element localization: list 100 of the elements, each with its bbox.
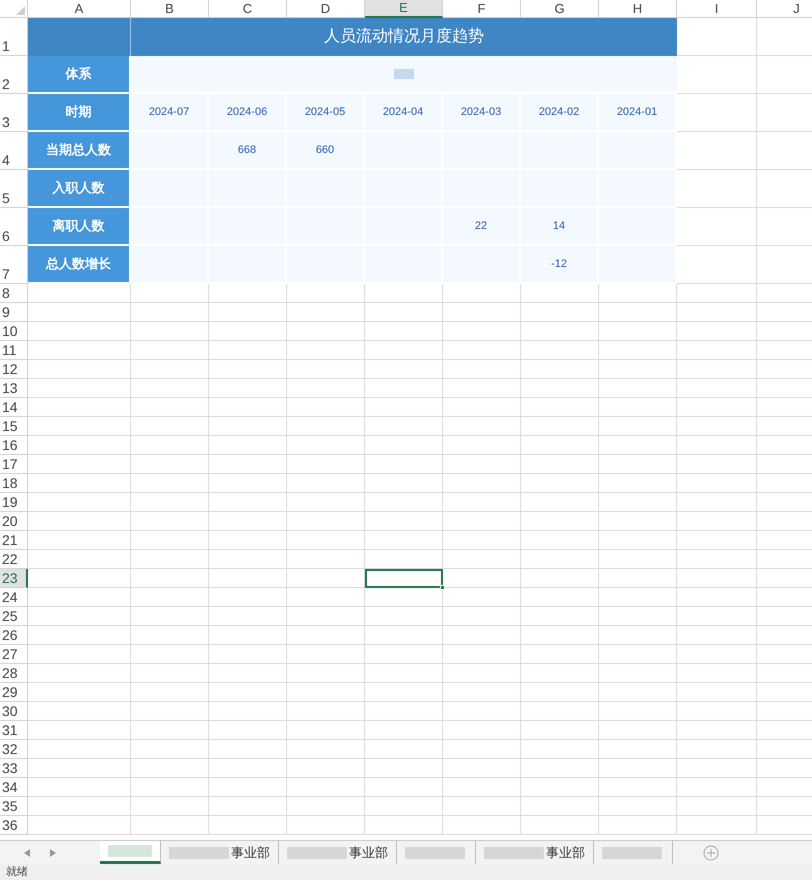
empty-cell[interactable]: [677, 759, 757, 778]
empty-cell[interactable]: [131, 721, 209, 740]
empty-cell[interactable]: [365, 759, 443, 778]
empty-cell[interactable]: [28, 588, 131, 607]
empty-cell[interactable]: [443, 322, 521, 341]
column-header[interactable]: E: [365, 0, 443, 18]
empty-cell[interactable]: [365, 455, 443, 474]
empty-cell[interactable]: [131, 740, 209, 759]
empty-cell[interactable]: [287, 607, 365, 626]
empty-cell[interactable]: [209, 702, 287, 721]
empty-cell[interactable]: [443, 588, 521, 607]
empty-cell[interactable]: [287, 341, 365, 360]
empty-cell[interactable]: [209, 626, 287, 645]
empty-cell[interactable]: [365, 626, 443, 645]
empty-cell[interactable]: [131, 664, 209, 683]
empty-cell[interactable]: [28, 417, 131, 436]
empty-cell[interactable]: [287, 284, 365, 303]
empty-cell[interactable]: [287, 360, 365, 379]
empty-cell[interactable]: [521, 322, 599, 341]
empty-cell[interactable]: [287, 778, 365, 797]
empty-cell[interactable]: [677, 816, 757, 835]
row-header[interactable]: 16: [0, 436, 28, 455]
empty-cell[interactable]: [28, 702, 131, 721]
empty-cell[interactable]: [209, 721, 287, 740]
empty-cell[interactable]: [209, 531, 287, 550]
scroll-left-icon[interactable]: [24, 848, 30, 856]
empty-cell[interactable]: [599, 512, 677, 531]
empty-cell[interactable]: [287, 493, 365, 512]
empty-cell[interactable]: [443, 702, 521, 721]
empty-cell[interactable]: [521, 493, 599, 512]
empty-cell[interactable]: [131, 455, 209, 474]
empty-cell[interactable]: [131, 797, 209, 816]
empty-cell[interactable]: [599, 797, 677, 816]
empty-cell[interactable]: [443, 417, 521, 436]
empty-cell[interactable]: [28, 493, 131, 512]
row-header[interactable]: 17: [0, 455, 28, 474]
empty-cell[interactable]: [521, 645, 599, 664]
empty-cell[interactable]: [443, 721, 521, 740]
empty-cell[interactable]: [677, 493, 757, 512]
empty-cell[interactable]: [287, 512, 365, 531]
column-header[interactable]: A: [28, 0, 131, 18]
empty-cell[interactable]: [28, 436, 131, 455]
empty-cell[interactable]: [443, 360, 521, 379]
empty-cell[interactable]: [287, 322, 365, 341]
empty-cell[interactable]: [443, 455, 521, 474]
empty-cell[interactable]: [287, 455, 365, 474]
empty-cell[interactable]: [365, 474, 443, 493]
empty-cell[interactable]: [365, 797, 443, 816]
empty-cell[interactable]: [677, 398, 757, 417]
empty-cell[interactable]: [521, 626, 599, 645]
empty-cell[interactable]: [599, 531, 677, 550]
empty-cell[interactable]: [677, 303, 757, 322]
empty-cell[interactable]: [365, 531, 443, 550]
empty-cell[interactable]: [209, 379, 287, 398]
empty-cell[interactable]: [131, 550, 209, 569]
empty-cell[interactable]: [677, 341, 757, 360]
empty-cell[interactable]: [677, 778, 757, 797]
empty-cell[interactable]: [521, 379, 599, 398]
row-header[interactable]: 32: [0, 740, 28, 759]
empty-cell[interactable]: [209, 664, 287, 683]
empty-cell[interactable]: [287, 702, 365, 721]
empty-cell[interactable]: [28, 341, 131, 360]
empty-cell[interactable]: [28, 721, 131, 740]
empty-cell[interactable]: [521, 436, 599, 455]
empty-cell[interactable]: [599, 664, 677, 683]
empty-cell[interactable]: [28, 645, 131, 664]
empty-cell[interactable]: [521, 474, 599, 493]
row-header[interactable]: 34: [0, 778, 28, 797]
empty-cell[interactable]: [521, 607, 599, 626]
empty-cell[interactable]: [131, 778, 209, 797]
empty-cell[interactable]: [209, 398, 287, 417]
empty-cell[interactable]: [28, 303, 131, 322]
empty-cell[interactable]: [521, 341, 599, 360]
empty-cell[interactable]: [443, 341, 521, 360]
empty-cell[interactable]: [677, 284, 757, 303]
empty-cell[interactable]: [209, 778, 287, 797]
row-header[interactable]: 8: [0, 284, 28, 303]
empty-cell[interactable]: [131, 626, 209, 645]
column-header[interactable]: B: [131, 0, 209, 18]
empty-cell[interactable]: [599, 816, 677, 835]
empty-cell[interactable]: [599, 683, 677, 702]
empty-cell[interactable]: [28, 778, 131, 797]
row-header[interactable]: 29: [0, 683, 28, 702]
empty-cell[interactable]: [131, 493, 209, 512]
empty-cell[interactable]: [521, 512, 599, 531]
empty-cell[interactable]: [287, 417, 365, 436]
row-header[interactable]: 19: [0, 493, 28, 512]
empty-cell[interactable]: [677, 740, 757, 759]
empty-cell[interactable]: [443, 740, 521, 759]
empty-cell[interactable]: [443, 778, 521, 797]
empty-cell[interactable]: [287, 303, 365, 322]
empty-cell[interactable]: [28, 512, 131, 531]
empty-cell[interactable]: [521, 360, 599, 379]
empty-cell[interactable]: [28, 683, 131, 702]
empty-cell[interactable]: [209, 360, 287, 379]
row-header[interactable]: 28: [0, 664, 28, 683]
empty-cell[interactable]: [443, 284, 521, 303]
empty-cell[interactable]: [677, 569, 757, 588]
row-header[interactable]: 31: [0, 721, 28, 740]
empty-cell[interactable]: [28, 284, 131, 303]
